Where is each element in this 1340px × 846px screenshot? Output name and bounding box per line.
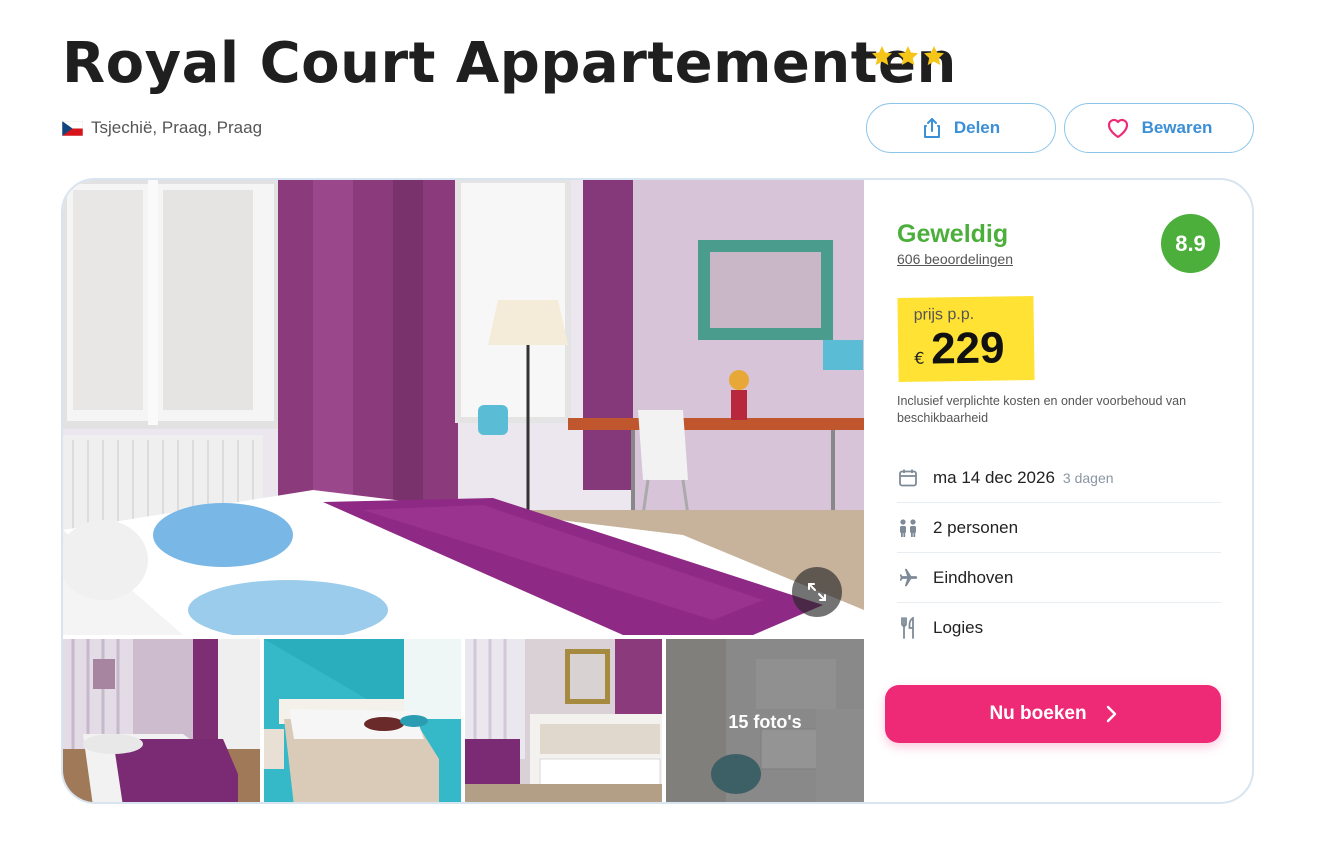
gallery-thumbnail[interactable] <box>264 639 461 802</box>
calendar-icon <box>897 467 919 489</box>
gallery-thumbnail[interactable] <box>63 639 260 802</box>
save-label: Bewaren <box>1141 118 1213 137</box>
price-value: 229 <box>930 323 1005 374</box>
date-row[interactable]: ma 14 dec 2026 3 dagen <box>897 453 1221 503</box>
booking-panel: Geweldig 606 beoordelingen 8.9 prijs p.p… <box>864 180 1252 802</box>
gallery-thumbnail[interactable]: 15 foto's <box>666 639 864 802</box>
heart-icon <box>1107 118 1128 139</box>
chevron-right-icon <box>1106 705 1116 723</box>
date-text: ma 14 dec 2026 <box>933 467 1055 487</box>
more-photos-label: 15 foto's <box>728 712 802 732</box>
board-row[interactable]: Logies <box>897 603 1221 653</box>
board-text: Logies <box>933 618 984 637</box>
main-photo[interactable] <box>63 180 864 635</box>
persons-icon <box>897 517 919 539</box>
gallery-thumbnail[interactable] <box>465 639 662 802</box>
book-now-button[interactable]: Nu boeken <box>885 685 1221 743</box>
star-rating <box>870 44 946 68</box>
share-label: Delen <box>953 118 1001 137</box>
czech-flag-icon <box>62 120 83 136</box>
price-label: prijs p.p. <box>913 305 975 324</box>
share-button[interactable]: Delen <box>866 103 1056 153</box>
price-tag: prijs p.p. € 229 <box>897 296 1035 382</box>
price-note: Inclusief verplichte kosten en onder voo… <box>897 394 1187 425</box>
duration-text: 3 dagen <box>1062 469 1114 486</box>
location-text: Tsjechië, Praag, Praag <box>91 118 263 137</box>
star-icon <box>872 46 892 66</box>
star-icon <box>898 46 918 66</box>
hotel-title: Royal Court Appartementen <box>62 31 957 96</box>
save-button[interactable]: Bewaren <box>1064 103 1254 153</box>
expand-icon <box>808 583 826 601</box>
departure-text: Eindhoven <box>933 567 1014 587</box>
persons-row[interactable]: 2 personen <box>897 503 1221 553</box>
reviews-link[interactable]: 606 beoordelingen <box>897 251 1013 267</box>
hotel-card: 15 foto's Geweldig 606 beoordelingen 8.9… <box>61 178 1254 804</box>
persons-text: 2 personen <box>933 517 1019 537</box>
price-currency: € <box>914 348 925 368</box>
more-photos-overlay[interactable]: 15 foto's <box>666 639 864 802</box>
rating-score-badge: 8.9 <box>1161 214 1220 273</box>
share-icon <box>923 118 940 138</box>
cutlery-icon <box>897 617 919 639</box>
book-now-label: Nu boeken <box>989 703 1087 724</box>
expand-gallery-button[interactable] <box>792 567 842 617</box>
airplane-icon <box>897 567 919 589</box>
rating-label: Geweldig <box>897 220 1009 248</box>
location: Tsjechië, Praag, Praag <box>62 118 262 138</box>
star-icon <box>924 46 944 66</box>
departure-row[interactable]: Eindhoven <box>897 553 1221 603</box>
